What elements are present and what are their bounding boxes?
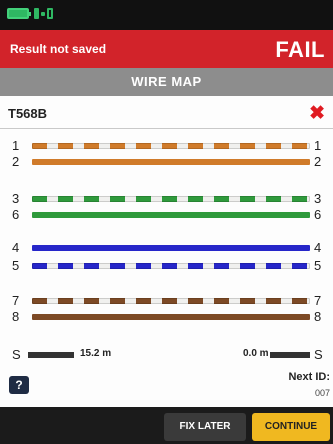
pin-left-2: 2 [12,154,20,169]
next-id-value: 007 [314,388,330,398]
pin-right-7: 7 [314,293,322,308]
next-id-label: Next ID: [288,371,330,383]
wire-7-striped-brown [32,298,310,304]
network-icon [34,8,39,19]
pin-right-4: 4 [314,240,322,255]
network-icon-dot [41,12,45,16]
result-header: Result not saved FAIL [0,30,333,68]
shield-wire-right [270,352,310,358]
fix-later-button[interactable]: FIX LATER [164,413,246,441]
battery-icon [7,8,31,19]
pin-right-6: 6 [314,207,322,222]
wire-2-orange [32,159,310,165]
shield-length-left: 15.2 m [80,348,112,359]
pin-left-7: 7 [12,293,20,308]
divider [0,128,333,129]
pin-right-8: 8 [314,309,322,324]
wire-5-striped-blue [32,263,310,269]
pin-left-5: 5 [12,258,20,273]
pin-right-1: 1 [314,138,322,153]
shield-label-left: S [12,347,21,362]
x-icon[interactable]: ✖ [309,102,325,125]
wire-1-striped-orange [32,143,310,149]
help-button[interactable]: ? [9,376,29,394]
result-text: Result not saved [10,42,107,56]
fail-verdict: FAIL [275,37,325,62]
wire-map-panel: T568B ✖ 1 1 2 2 3 3 6 6 4 4 5 5 7 7 8 8 … [0,96,333,407]
bottom-action-bar: FIX LATER CONTINUE [0,407,333,444]
wire-8-brown [32,314,310,320]
pin-left-4: 4 [12,240,20,255]
section-title: WIRE MAP [0,68,333,96]
shield-length-right: 0.0 m [243,348,269,359]
cable-standard: T568B [8,106,48,121]
pin-right-5: 5 [314,258,322,273]
status-bar [0,0,333,30]
pin-left-1: 1 [12,138,20,153]
device-icon [47,8,53,19]
pin-left-3: 3 [12,191,20,206]
continue-button[interactable]: CONTINUE [252,413,330,441]
wire-3-striped-green [32,196,310,202]
pin-right-2: 2 [314,154,322,169]
pin-left-8: 8 [12,309,20,324]
wire-6-green [32,212,310,218]
pin-right-3: 3 [314,191,322,206]
shield-wire-left [28,352,74,358]
shield-label-right: S [314,347,323,362]
wire-4-blue [32,245,310,251]
pin-left-6: 6 [12,207,20,222]
